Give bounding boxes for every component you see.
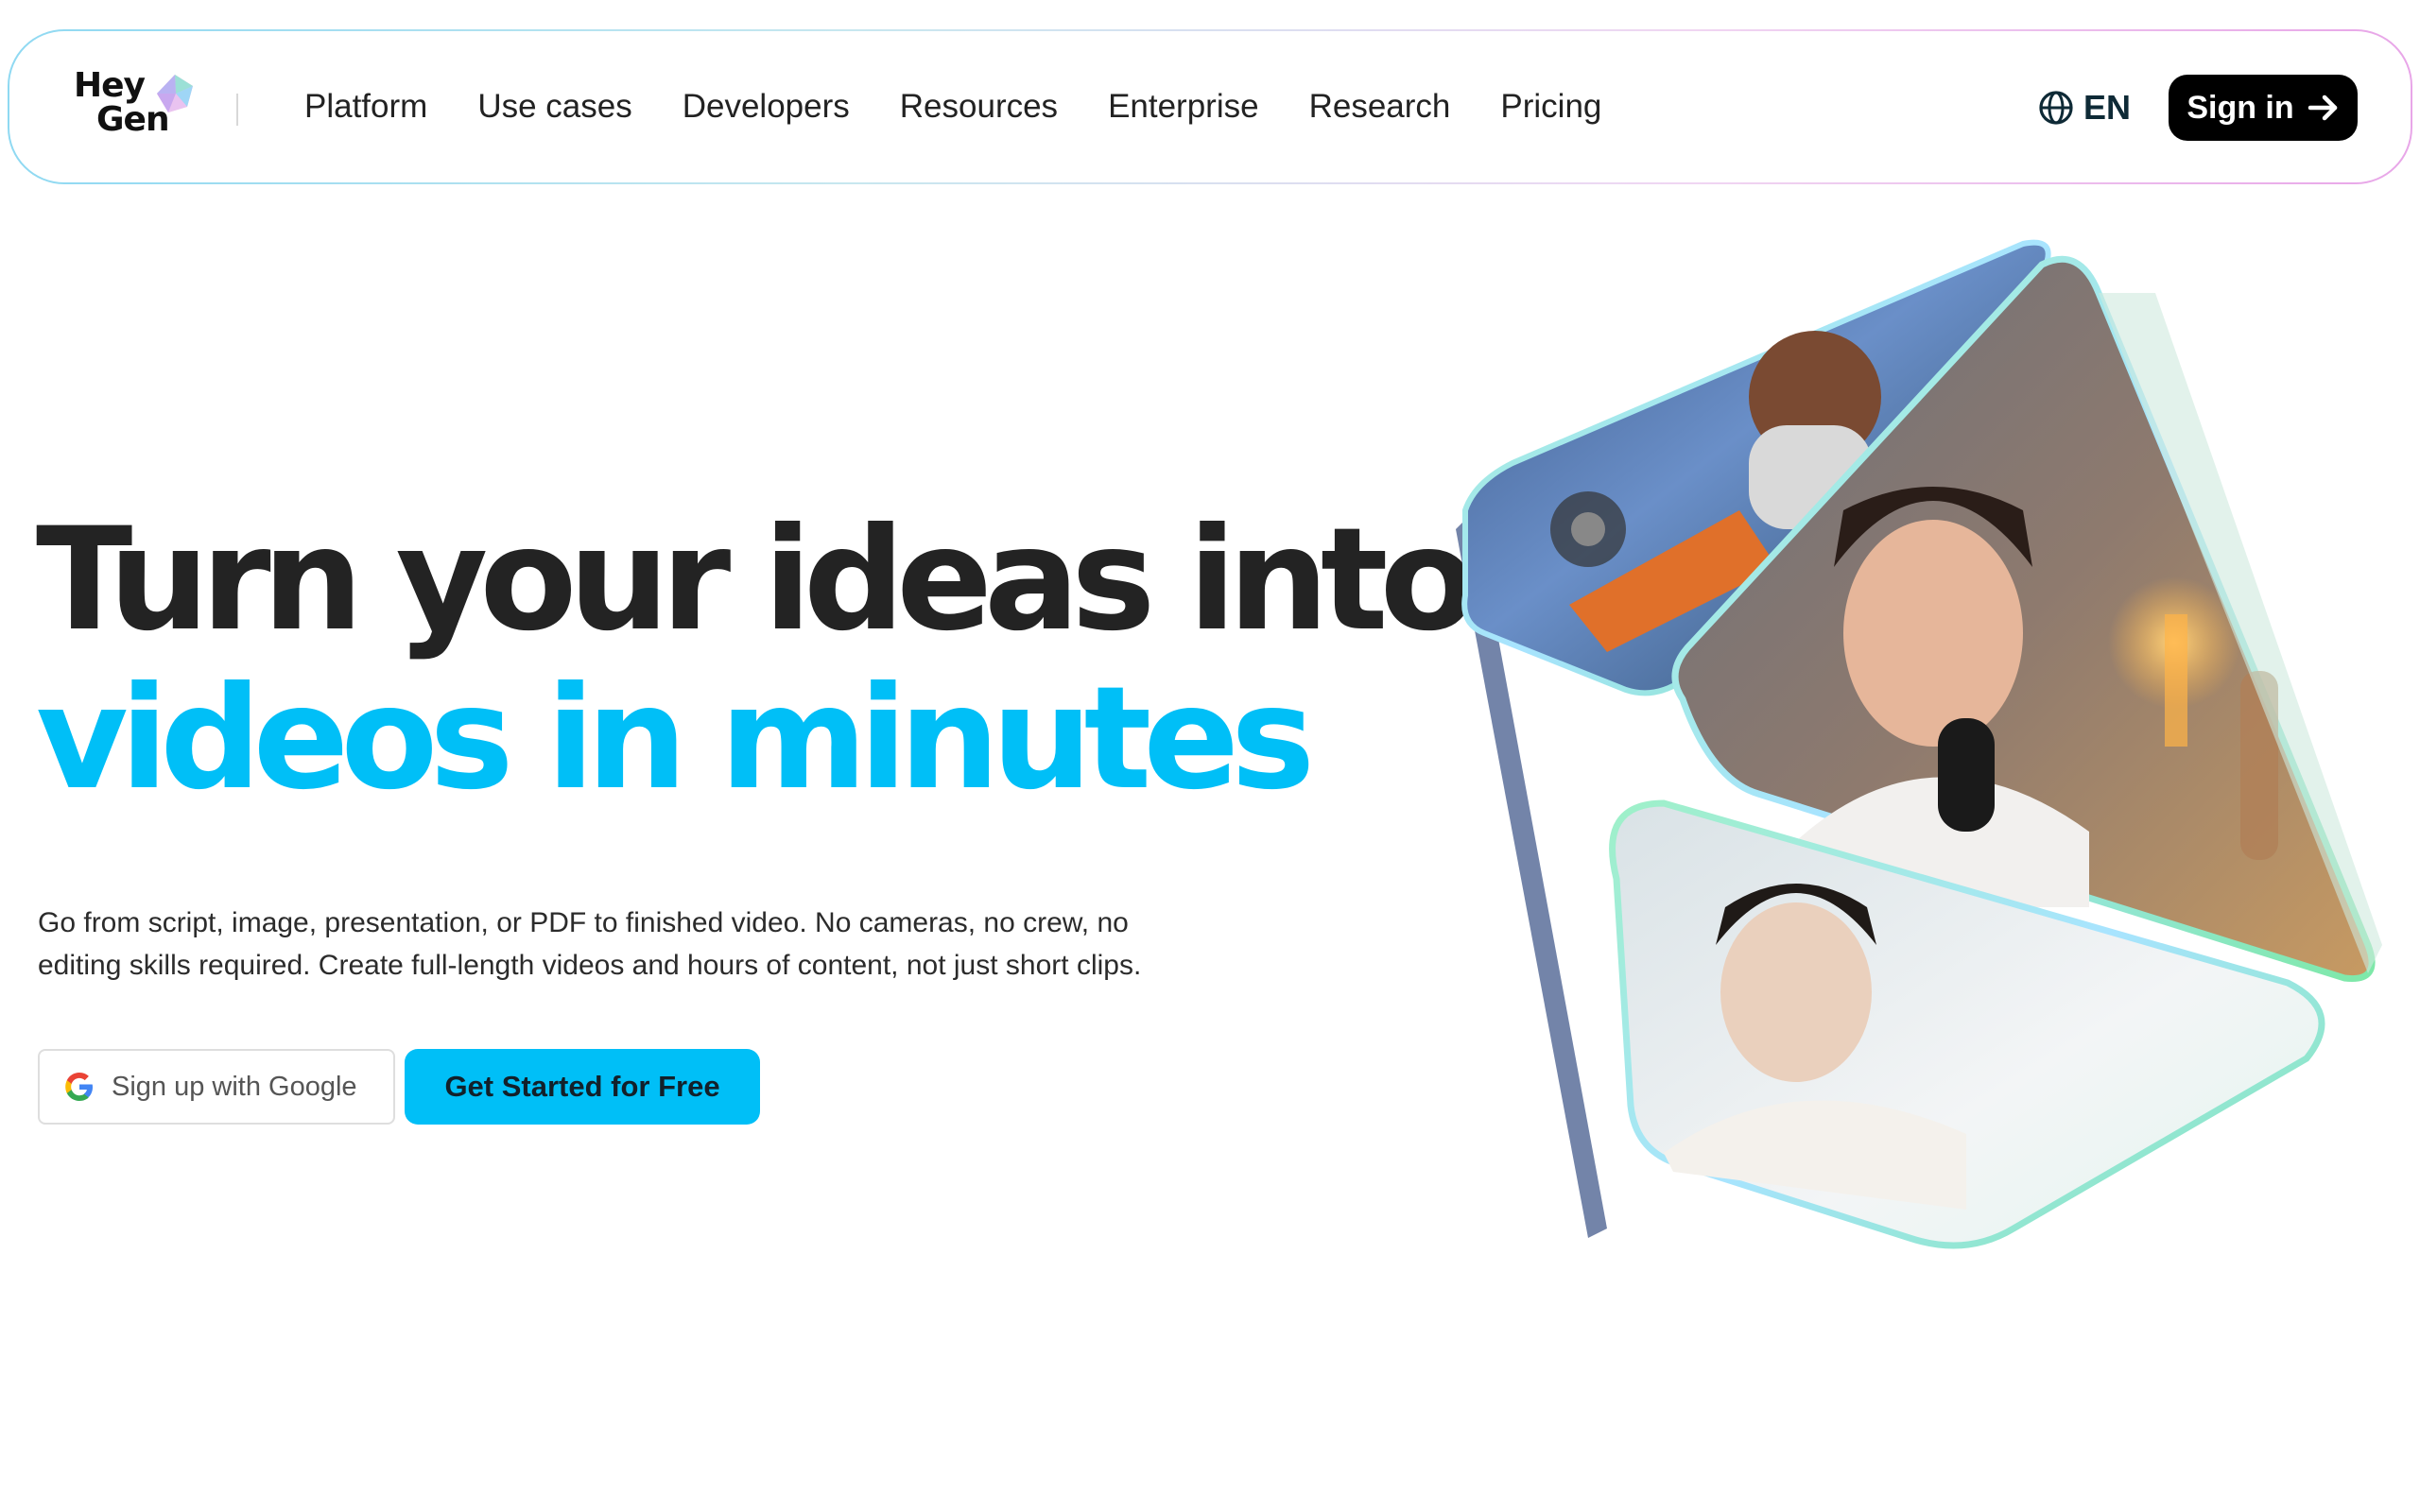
nav-bar: Hey Gen Platform Use cases Developers Re… — [9, 31, 2411, 182]
gem-icon — [157, 75, 193, 112]
nav-link-use-cases[interactable]: Use cases — [477, 88, 631, 126]
get-started-label: Get Started for Free — [444, 1070, 720, 1103]
nav-divider — [236, 94, 238, 126]
language-label: EN — [2083, 88, 2132, 127]
nav-links: Platform Use cases Developers Resources … — [304, 31, 1601, 182]
arrow-right-icon — [2308, 94, 2337, 121]
heygen-logo[interactable]: Hey Gen — [74, 69, 206, 145]
nav-link-resources[interactable]: Resources — [900, 88, 1058, 126]
nav-bar-border: Hey Gen Platform Use cases Developers Re… — [8, 29, 2412, 184]
nav-link-enterprise[interactable]: Enterprise — [1108, 88, 1259, 126]
sign-in-label: Sign in — [2187, 89, 2294, 126]
headline-line1: Turn your ideas into — [36, 498, 1478, 662]
hero-headline: Turn your ideas into videos in minutes — [36, 498, 1478, 821]
nav-link-developers[interactable]: Developers — [683, 88, 850, 126]
get-started-button[interactable]: Get Started for Free — [405, 1049, 760, 1125]
google-g-icon — [65, 1073, 93, 1101]
hero-subtitle: Go from script, image, presentation, or … — [38, 907, 1142, 981]
hero-prism-illustration — [1456, 239, 2382, 1249]
headline-line2: videos in minutes — [36, 657, 1315, 821]
nav-link-research[interactable]: Research — [1309, 88, 1451, 126]
google-signup-button[interactable]: Sign up with Google — [38, 1049, 395, 1125]
globe-icon — [2039, 91, 2073, 125]
nav-link-platform[interactable]: Platform — [304, 88, 427, 126]
sign-in-button[interactable]: Sign in — [2169, 75, 2358, 141]
language-selector[interactable]: EN — [2038, 88, 2131, 128]
google-signup-label: Sign up with Google — [112, 1071, 357, 1102]
nav-link-pricing[interactable]: Pricing — [1500, 88, 1601, 126]
